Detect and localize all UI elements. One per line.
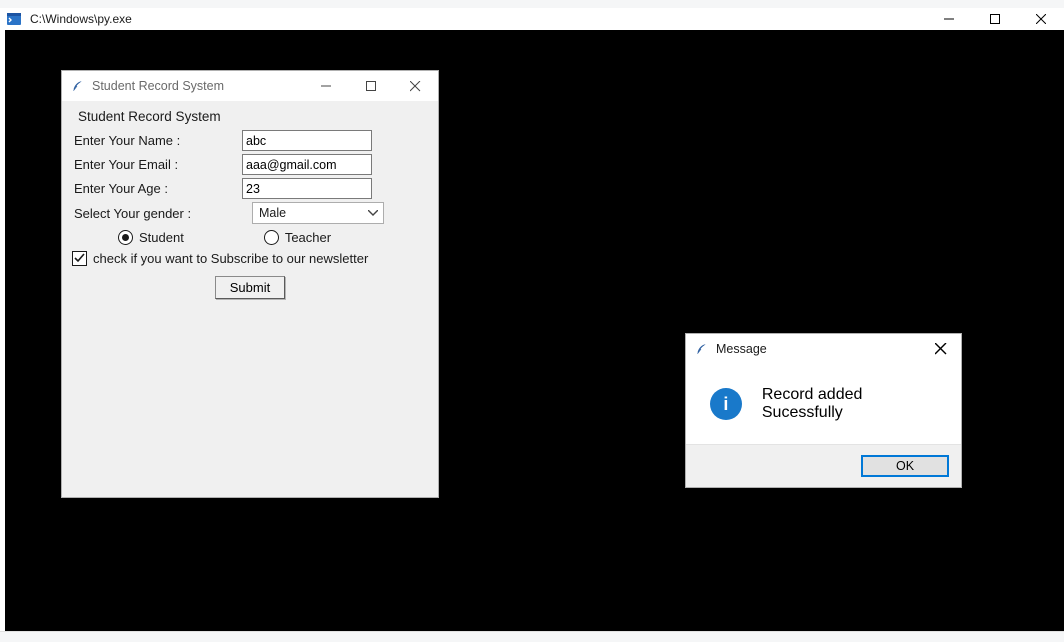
console-title: C:\Windows\py.exe bbox=[28, 12, 132, 26]
console-close-button[interactable] bbox=[1018, 8, 1064, 30]
radio-teacher[interactable]: Teacher bbox=[264, 230, 331, 245]
radio-teacher-label: Teacher bbox=[285, 230, 331, 245]
message-text: Record added Sucessfully bbox=[762, 386, 947, 422]
console-app-icon bbox=[6, 11, 22, 27]
console-minimize-button[interactable] bbox=[926, 8, 972, 30]
tk-feather-icon bbox=[70, 79, 84, 93]
console-titlebar: C:\Windows\py.exe bbox=[0, 8, 1064, 30]
gender-label: Select Your gender : bbox=[72, 206, 242, 221]
message-titlebar[interactable]: Message bbox=[686, 334, 961, 364]
age-input[interactable] bbox=[242, 178, 372, 199]
subscribe-checkbox[interactable] bbox=[72, 251, 87, 266]
submit-button[interactable]: Submit bbox=[215, 276, 285, 299]
gender-selected-value: Male bbox=[259, 206, 286, 220]
radio-student-label: Student bbox=[139, 230, 184, 245]
tk-feather-icon bbox=[694, 342, 708, 356]
chevron-down-icon bbox=[365, 210, 381, 216]
form-close-button[interactable] bbox=[393, 71, 438, 101]
form-heading: Student Record System bbox=[78, 109, 428, 124]
message-close-button[interactable] bbox=[921, 334, 961, 364]
gender-combobox[interactable]: Male bbox=[252, 202, 384, 224]
age-label: Enter Your Age : bbox=[72, 181, 242, 196]
name-input[interactable] bbox=[242, 130, 372, 151]
form-titlebar[interactable]: Student Record System bbox=[62, 71, 438, 101]
checkmark-icon bbox=[74, 253, 85, 264]
radio-teacher-circle bbox=[264, 230, 279, 245]
subscribe-label: check if you want to Subscribe to our ne… bbox=[93, 251, 368, 266]
message-window-title: Message bbox=[716, 342, 767, 356]
explorer-status-strip bbox=[0, 631, 1064, 642]
student-record-window: Student Record System Student Record Sys… bbox=[61, 70, 439, 498]
form-window-title: Student Record System bbox=[92, 79, 224, 93]
form-maximize-button[interactable] bbox=[348, 71, 393, 101]
message-ok-button[interactable]: OK bbox=[861, 455, 949, 477]
message-dialog: Message i Record added Sucessfully OK bbox=[685, 333, 962, 488]
radio-student-circle bbox=[118, 230, 133, 245]
email-label: Enter Your Email : bbox=[72, 157, 242, 172]
radio-student[interactable]: Student bbox=[118, 230, 184, 245]
info-icon: i bbox=[710, 388, 742, 420]
name-label: Enter Your Name : bbox=[72, 133, 242, 148]
console-maximize-button[interactable] bbox=[972, 8, 1018, 30]
subscribe-checkbox-row[interactable]: check if you want to Subscribe to our ne… bbox=[72, 251, 428, 266]
email-input[interactable] bbox=[242, 154, 372, 175]
form-minimize-button[interactable] bbox=[303, 71, 348, 101]
